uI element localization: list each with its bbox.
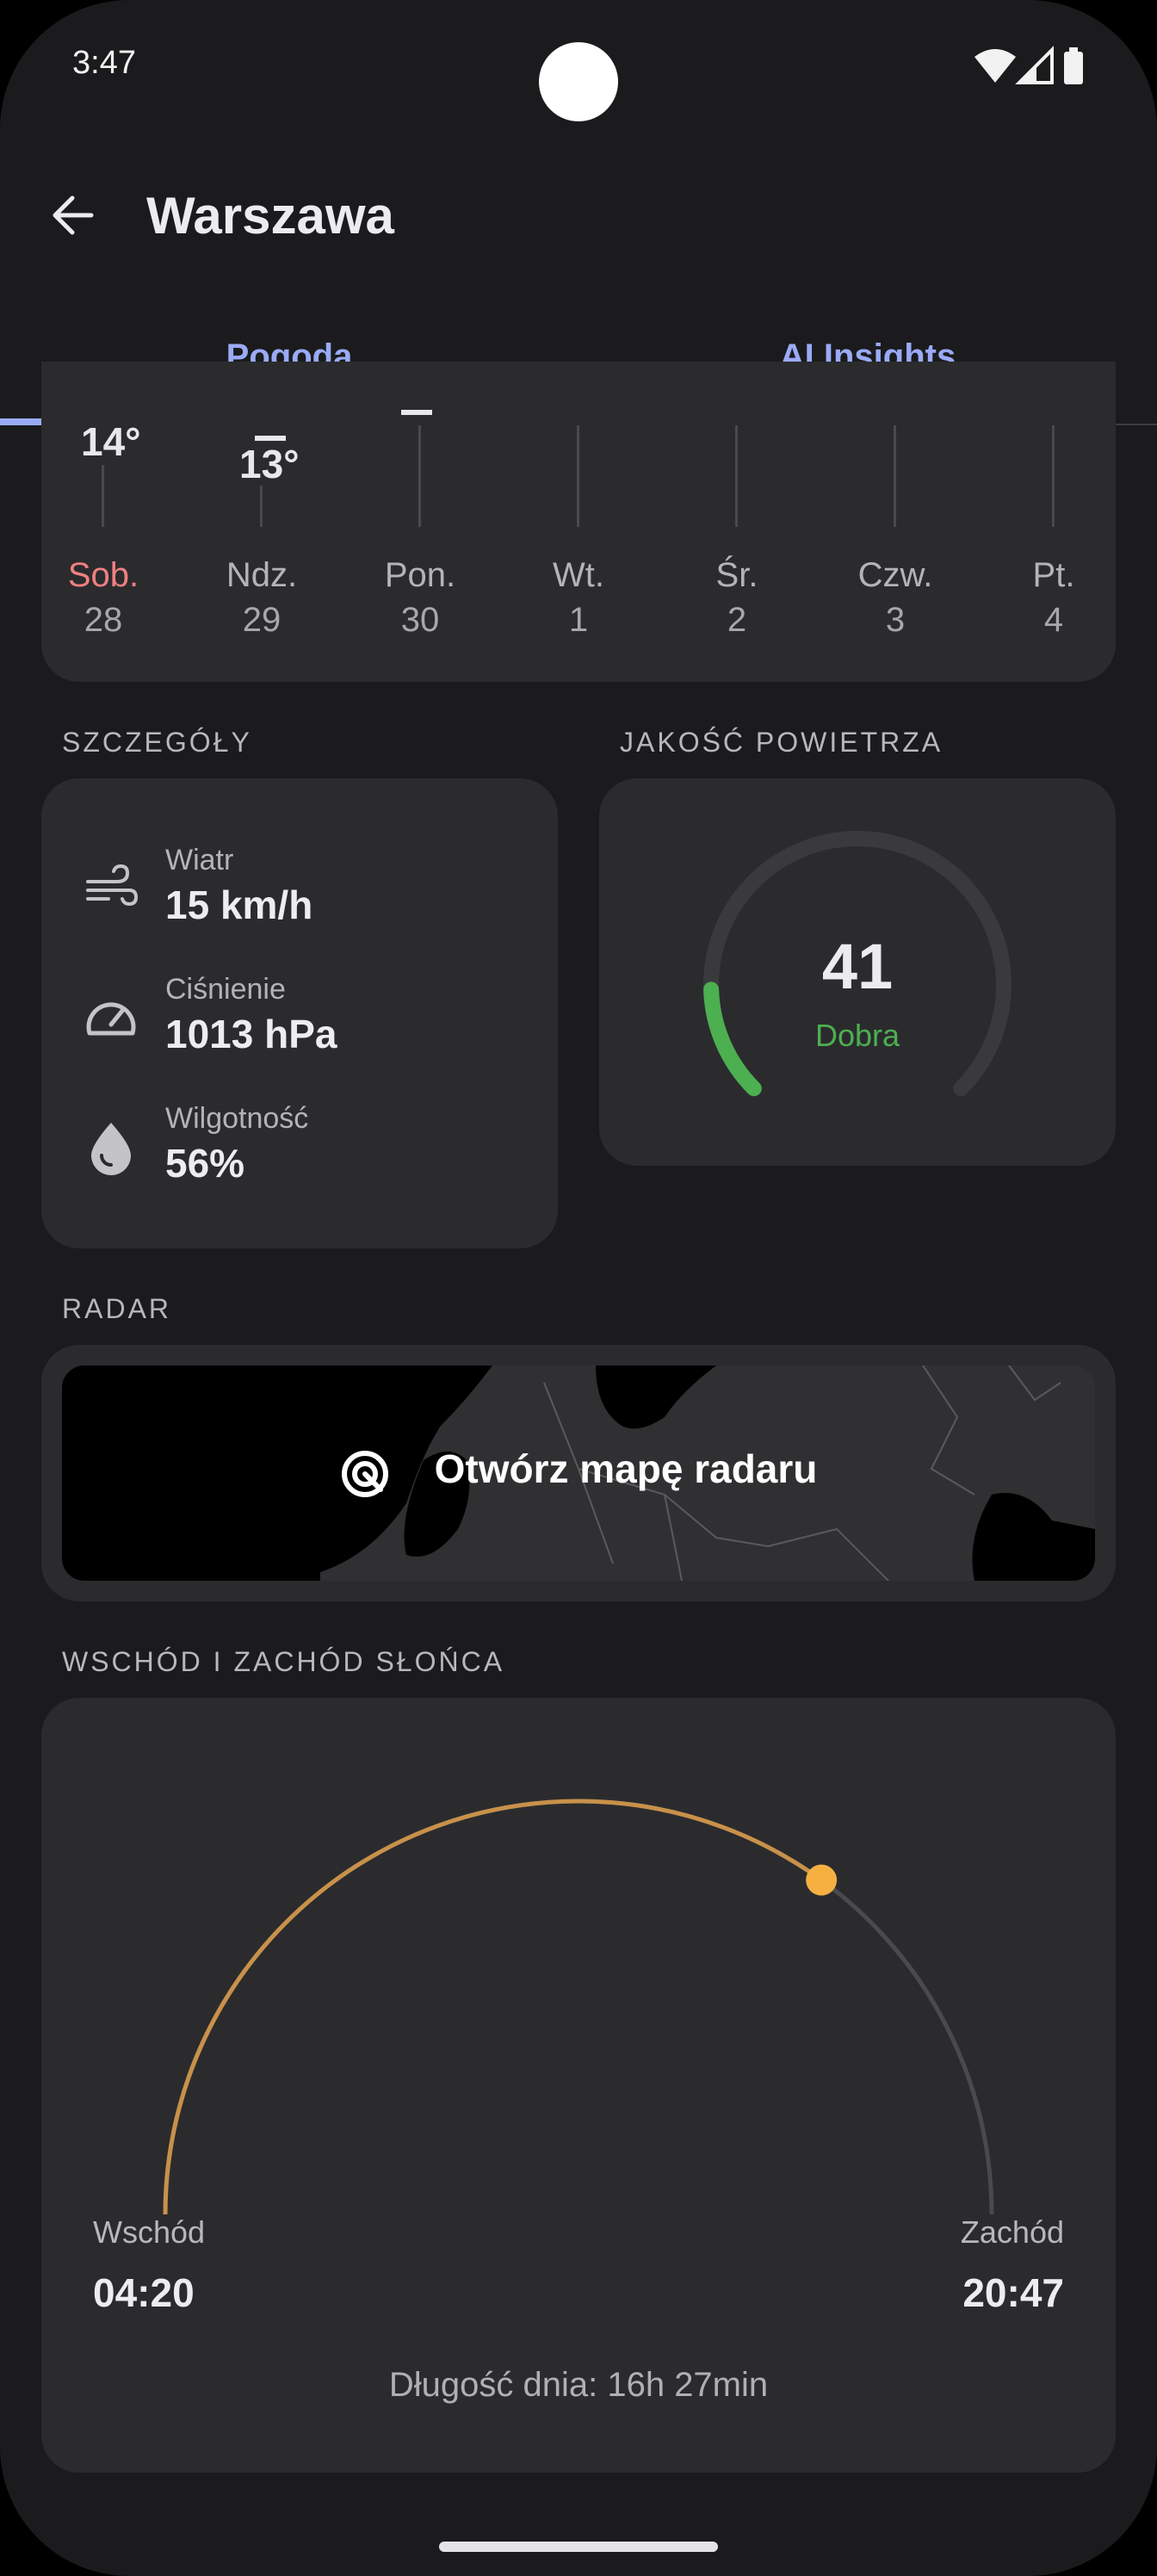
day-length: Długość dnia: 16h 27min	[388, 2366, 769, 2404]
forecast-date: 29	[242, 601, 282, 639]
forecast-line	[577, 425, 579, 527]
forecast-day: Pon.	[384, 556, 456, 594]
wind-label: Wiatr	[165, 844, 234, 876]
humidity-label: Wilgotność	[165, 1102, 309, 1135]
forecast-day: Pt.	[1032, 556, 1075, 594]
pressure-value: 1013 hPa	[165, 1012, 337, 1056]
humidity-value: 56%	[165, 1141, 245, 1186]
forecast-date: 2	[727, 601, 747, 639]
forecast-day: Śr.	[715, 556, 758, 594]
forecast-temp-fragment	[401, 410, 432, 415]
forecast-line	[735, 425, 738, 527]
sunrise-time: 04:20	[93, 2270, 195, 2315]
sun-card: Wschód 04:20 Zachód 20:47 Długość dnia: …	[41, 1698, 1116, 2473]
wind-value: 15 km/h	[165, 882, 313, 927]
phone-screen: 3:47 Warszawa Pogoda AI Insights 14° 13°	[0, 0, 1157, 2576]
forecast-temp-fragment	[255, 436, 286, 441]
status-icons	[974, 46, 1083, 84]
forecast-temp: 13°	[239, 442, 300, 486]
gauge-icon	[86, 1002, 136, 1036]
forecast-date: 3	[885, 601, 906, 639]
page-title: Warszawa	[146, 187, 394, 245]
forecast-date: 4	[1043, 601, 1064, 639]
details-card: Wiatr 15 km/h Ciśnienie 1013 hPa Wilgotn…	[41, 778, 558, 1248]
forecast-date: 30	[400, 601, 440, 639]
forecast-line	[260, 486, 263, 527]
forecast-day: Sob.	[67, 556, 139, 594]
forecast-line	[894, 425, 896, 527]
forecast-day: Wt.	[553, 556, 604, 594]
air-quality-heading: JAKOŚĆ POWIETRZA	[620, 727, 944, 758]
radar-open-label: Otwórz mapę radaru	[434, 1446, 818, 1491]
pressure-label: Ciśnienie	[165, 973, 286, 1006]
camera-cutout	[539, 42, 618, 121]
forecast-card: 14° 13° Sob. 28 Ndz. 29 Pon. 30 Wt. 1 Śr…	[41, 362, 1116, 682]
drop-icon	[91, 1123, 131, 1175]
forecast-temp: 14°	[81, 419, 141, 464]
wifi-icon	[974, 49, 1016, 83]
home-indicator[interactable]	[439, 2542, 718, 2552]
sun-heading: WSCHÓD I ZACHÓD SŁOŃCA	[62, 1646, 505, 1677]
battery-icon	[1064, 47, 1083, 84]
radar-heading: RADAR	[62, 1293, 172, 1324]
sunset-time: 20:47	[962, 2270, 1064, 2315]
forecast-line	[102, 465, 104, 527]
air-quality-label: Dobra	[814, 1018, 900, 1053]
forecast-line	[1052, 425, 1055, 527]
sun-position-marker	[806, 1864, 838, 1896]
forecast-date: 1	[568, 601, 589, 639]
forecast-day: Czw.	[857, 556, 933, 594]
sun-arc-chart	[163, 1799, 994, 2215]
air-quality-card: 41 Dobra	[599, 778, 1116, 1166]
radar-map-button[interactable]: Otwórz mapę radaru	[62, 1365, 1095, 1581]
status-time: 3:47	[72, 45, 136, 81]
sunset-label: Zachód	[960, 2214, 1064, 2250]
signal-icon	[1015, 46, 1054, 84]
details-heading: SZCZEGÓŁY	[62, 727, 252, 758]
forecast-date: 28	[84, 601, 123, 639]
forecast-line	[418, 425, 421, 527]
sunrise-label: Wschód	[93, 2214, 206, 2250]
forecast-day: Ndz.	[226, 556, 298, 594]
air-quality-value: 41	[821, 931, 894, 1002]
wind-icon	[86, 864, 139, 907]
back-arrow-icon[interactable]	[48, 191, 96, 239]
